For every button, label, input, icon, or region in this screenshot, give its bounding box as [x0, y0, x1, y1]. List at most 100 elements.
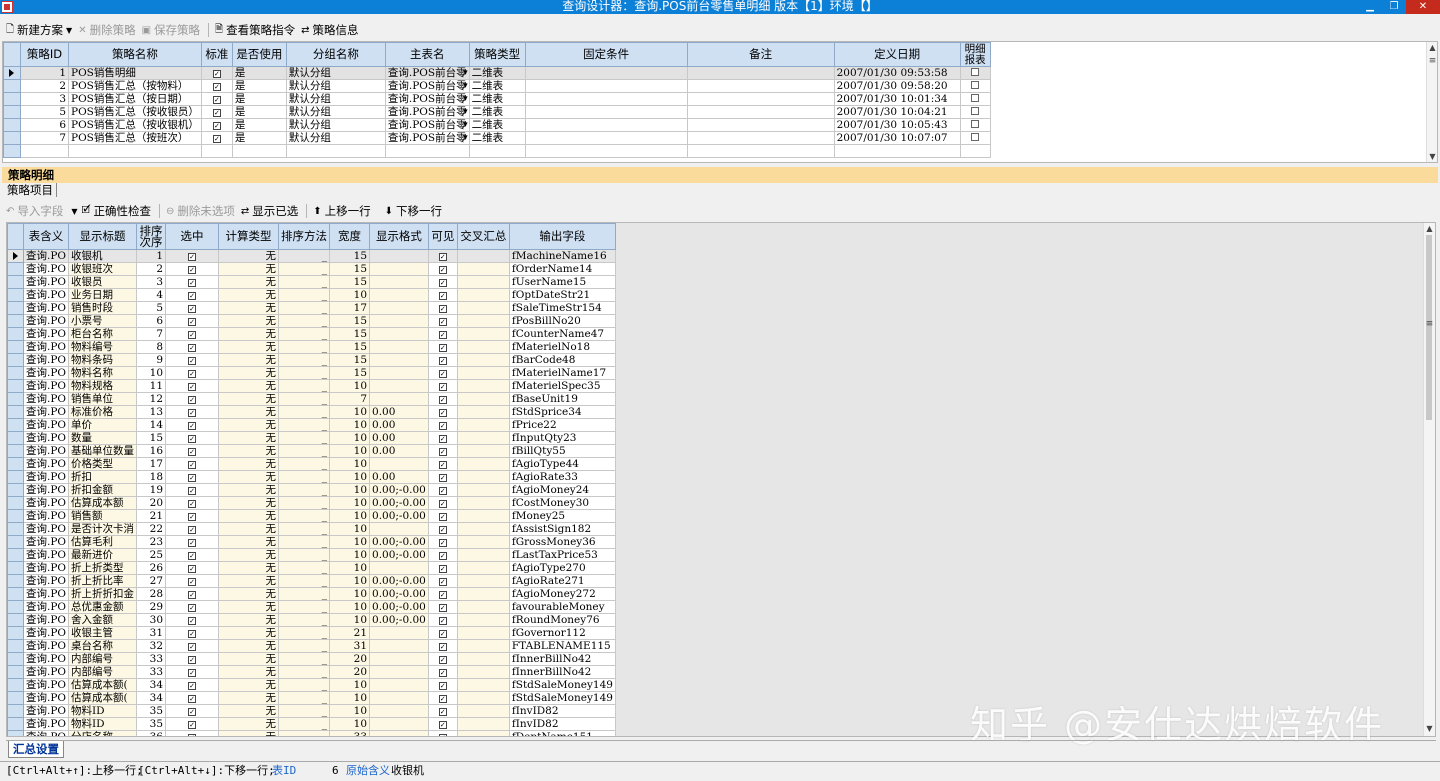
- sort-method-cell[interactable]: _: [278, 301, 331, 315]
- visible-checkbox[interactable]: ✓: [438, 474, 447, 482]
- col-header[interactable]: 表含义: [22, 223, 70, 250]
- display-title-cell[interactable]: 标准价格: [68, 405, 138, 419]
- chevron-down-icon[interactable]: ▾: [463, 133, 468, 144]
- sort-order-cell[interactable]: 31: [136, 626, 167, 640]
- selected-checkbox[interactable]: ✓: [188, 604, 197, 612]
- sort-method-cell[interactable]: _: [278, 522, 331, 536]
- output-field-cell[interactable]: fMaterielSpec35: [508, 379, 616, 393]
- sort-order-cell[interactable]: 32: [136, 639, 167, 653]
- row-indicator[interactable]: [3, 105, 21, 119]
- selected-checkbox[interactable]: ✓: [188, 708, 197, 716]
- selected-checkbox[interactable]: ✓: [188, 682, 197, 690]
- main-table-cell[interactable]: 查询.POS前台零 ▾: [384, 105, 470, 119]
- width-cell[interactable]: 15: [329, 340, 371, 354]
- table-meaning-cell[interactable]: 查询.PO: [22, 483, 70, 497]
- selected-cell[interactable]: ✓: [165, 535, 220, 549]
- display-title-cell[interactable]: 桌台名称: [68, 639, 138, 653]
- row-indicator[interactable]: [7, 470, 24, 484]
- tab-summary-settings[interactable]: 汇总设置: [8, 741, 64, 758]
- empty-cell[interactable]: [959, 144, 991, 158]
- visible-checkbox[interactable]: ✓: [438, 734, 447, 736]
- chevron-down-icon[interactable]: ▾: [463, 68, 468, 79]
- display-format-cell[interactable]: [369, 561, 429, 575]
- visible-checkbox[interactable]: ✓: [438, 539, 447, 547]
- visible-cell[interactable]: ✓: [427, 600, 458, 614]
- sort-order-cell[interactable]: 35: [136, 717, 167, 731]
- table-meaning-cell[interactable]: 查询.PO: [22, 717, 70, 731]
- visible-checkbox[interactable]: ✓: [438, 578, 447, 586]
- width-cell[interactable]: 10: [329, 678, 371, 692]
- sort-order-cell[interactable]: 8: [136, 340, 167, 354]
- display-title-cell[interactable]: 物料编号: [68, 340, 138, 354]
- width-cell[interactable]: 33: [329, 730, 371, 736]
- row-indicator[interactable]: [3, 79, 21, 93]
- sort-order-cell[interactable]: 13: [136, 405, 167, 419]
- visible-cell[interactable]: ✓: [427, 574, 458, 588]
- visible-cell[interactable]: ✓: [427, 288, 458, 302]
- cross-summary-cell[interactable]: [456, 639, 510, 653]
- policy-type-cell[interactable]: 二维表: [468, 92, 526, 106]
- display-title-cell[interactable]: 折上折类型: [68, 561, 138, 575]
- table-row[interactable]: 查询.PO 销售单位 12 ✓ 无 _ 7 ✓ fBaseUnit19: [7, 392, 616, 406]
- display-title-cell[interactable]: 物料条码: [68, 353, 138, 367]
- visible-cell[interactable]: ✓: [427, 405, 458, 419]
- selected-cell[interactable]: ✓: [165, 600, 220, 614]
- delete-policy-button[interactable]: ✕ 删除策略: [78, 22, 135, 38]
- policy-id-cell[interactable]: 1: [20, 66, 69, 80]
- col-header[interactable]: 交叉汇总: [456, 223, 510, 250]
- table-meaning-cell[interactable]: 查询.PO: [22, 665, 70, 679]
- col-header[interactable]: 策略名称: [68, 42, 202, 67]
- sort-method-cell[interactable]: _: [278, 379, 331, 393]
- visible-checkbox[interactable]: ✓: [438, 604, 447, 612]
- sort-method-cell[interactable]: _: [278, 509, 331, 523]
- sort-order-cell[interactable]: 1: [136, 249, 167, 263]
- selected-checkbox[interactable]: ✓: [188, 578, 197, 586]
- table-meaning-cell[interactable]: 查询.PO: [22, 691, 70, 705]
- row-indicator[interactable]: [7, 392, 24, 406]
- display-title-cell[interactable]: 最新进价: [68, 548, 138, 562]
- detail-report-checkbox[interactable]: [971, 120, 980, 128]
- table-meaning-cell[interactable]: 查询.PO: [22, 613, 70, 627]
- display-title-cell[interactable]: 基础单位数量: [68, 444, 138, 458]
- sort-order-cell[interactable]: 25: [136, 548, 167, 562]
- display-title-cell[interactable]: 销售单位: [68, 392, 138, 406]
- policy-type-cell[interactable]: 二维表: [468, 118, 526, 132]
- selected-cell[interactable]: ✓: [165, 418, 220, 432]
- selected-checkbox[interactable]: ✓: [188, 513, 197, 521]
- table-row[interactable]: 查询.PO 舍入金额 30 ✓ 无 _ 10 0.00;-0.00 ✓ fRoundMoney76: [7, 613, 616, 627]
- selected-cell[interactable]: ✓: [165, 561, 220, 575]
- selected-checkbox[interactable]: ✓: [188, 474, 197, 482]
- display-title-cell[interactable]: 估算毛利: [68, 535, 138, 549]
- sort-method-cell[interactable]: _: [278, 717, 331, 731]
- fixed-condition-cell[interactable]: [524, 92, 688, 106]
- sort-method-cell[interactable]: _: [278, 405, 331, 419]
- display-format-cell[interactable]: 0.00;-0.00: [369, 483, 429, 497]
- row-indicator[interactable]: [7, 366, 24, 380]
- width-cell[interactable]: 20: [329, 665, 371, 679]
- visible-cell[interactable]: ✓: [427, 483, 458, 497]
- col-header[interactable]: 定义日期: [833, 42, 961, 67]
- visible-checkbox[interactable]: ✓: [438, 305, 447, 313]
- sort-order-cell[interactable]: 20: [136, 496, 167, 510]
- display-title-cell[interactable]: 总优惠金额: [68, 600, 138, 614]
- sort-order-cell[interactable]: 12: [136, 392, 167, 406]
- output-field-cell[interactable]: fStdSaleMoney149: [508, 691, 616, 705]
- display-title-cell[interactable]: 折扣: [68, 470, 138, 484]
- calc-type-cell[interactable]: 无: [218, 249, 280, 263]
- empty-cell[interactable]: [524, 144, 688, 158]
- display-format-cell[interactable]: [369, 665, 429, 679]
- cross-summary-cell[interactable]: [456, 600, 510, 614]
- calc-type-cell[interactable]: 无: [218, 340, 280, 354]
- date-cell[interactable]: 2007/01/30 10:01:34: [833, 92, 961, 106]
- delete-unselected-button[interactable]: ⊖ 删除未选项: [166, 203, 235, 219]
- display-format-cell[interactable]: [369, 691, 429, 705]
- table-row[interactable]: 查询.PO 价格类型 17 ✓ 无 _ 10 ✓ fAgioType44: [7, 457, 616, 471]
- display-format-cell[interactable]: [369, 704, 429, 718]
- sort-order-cell[interactable]: 5: [136, 301, 167, 315]
- policy-name-cell[interactable]: POS销售汇总（按班次）: [68, 131, 202, 145]
- visible-cell[interactable]: ✓: [427, 327, 458, 341]
- used-cell[interactable]: 是: [231, 92, 287, 106]
- selected-cell[interactable]: ✓: [165, 392, 220, 406]
- width-cell[interactable]: 15: [329, 353, 371, 367]
- row-indicator[interactable]: [7, 275, 24, 289]
